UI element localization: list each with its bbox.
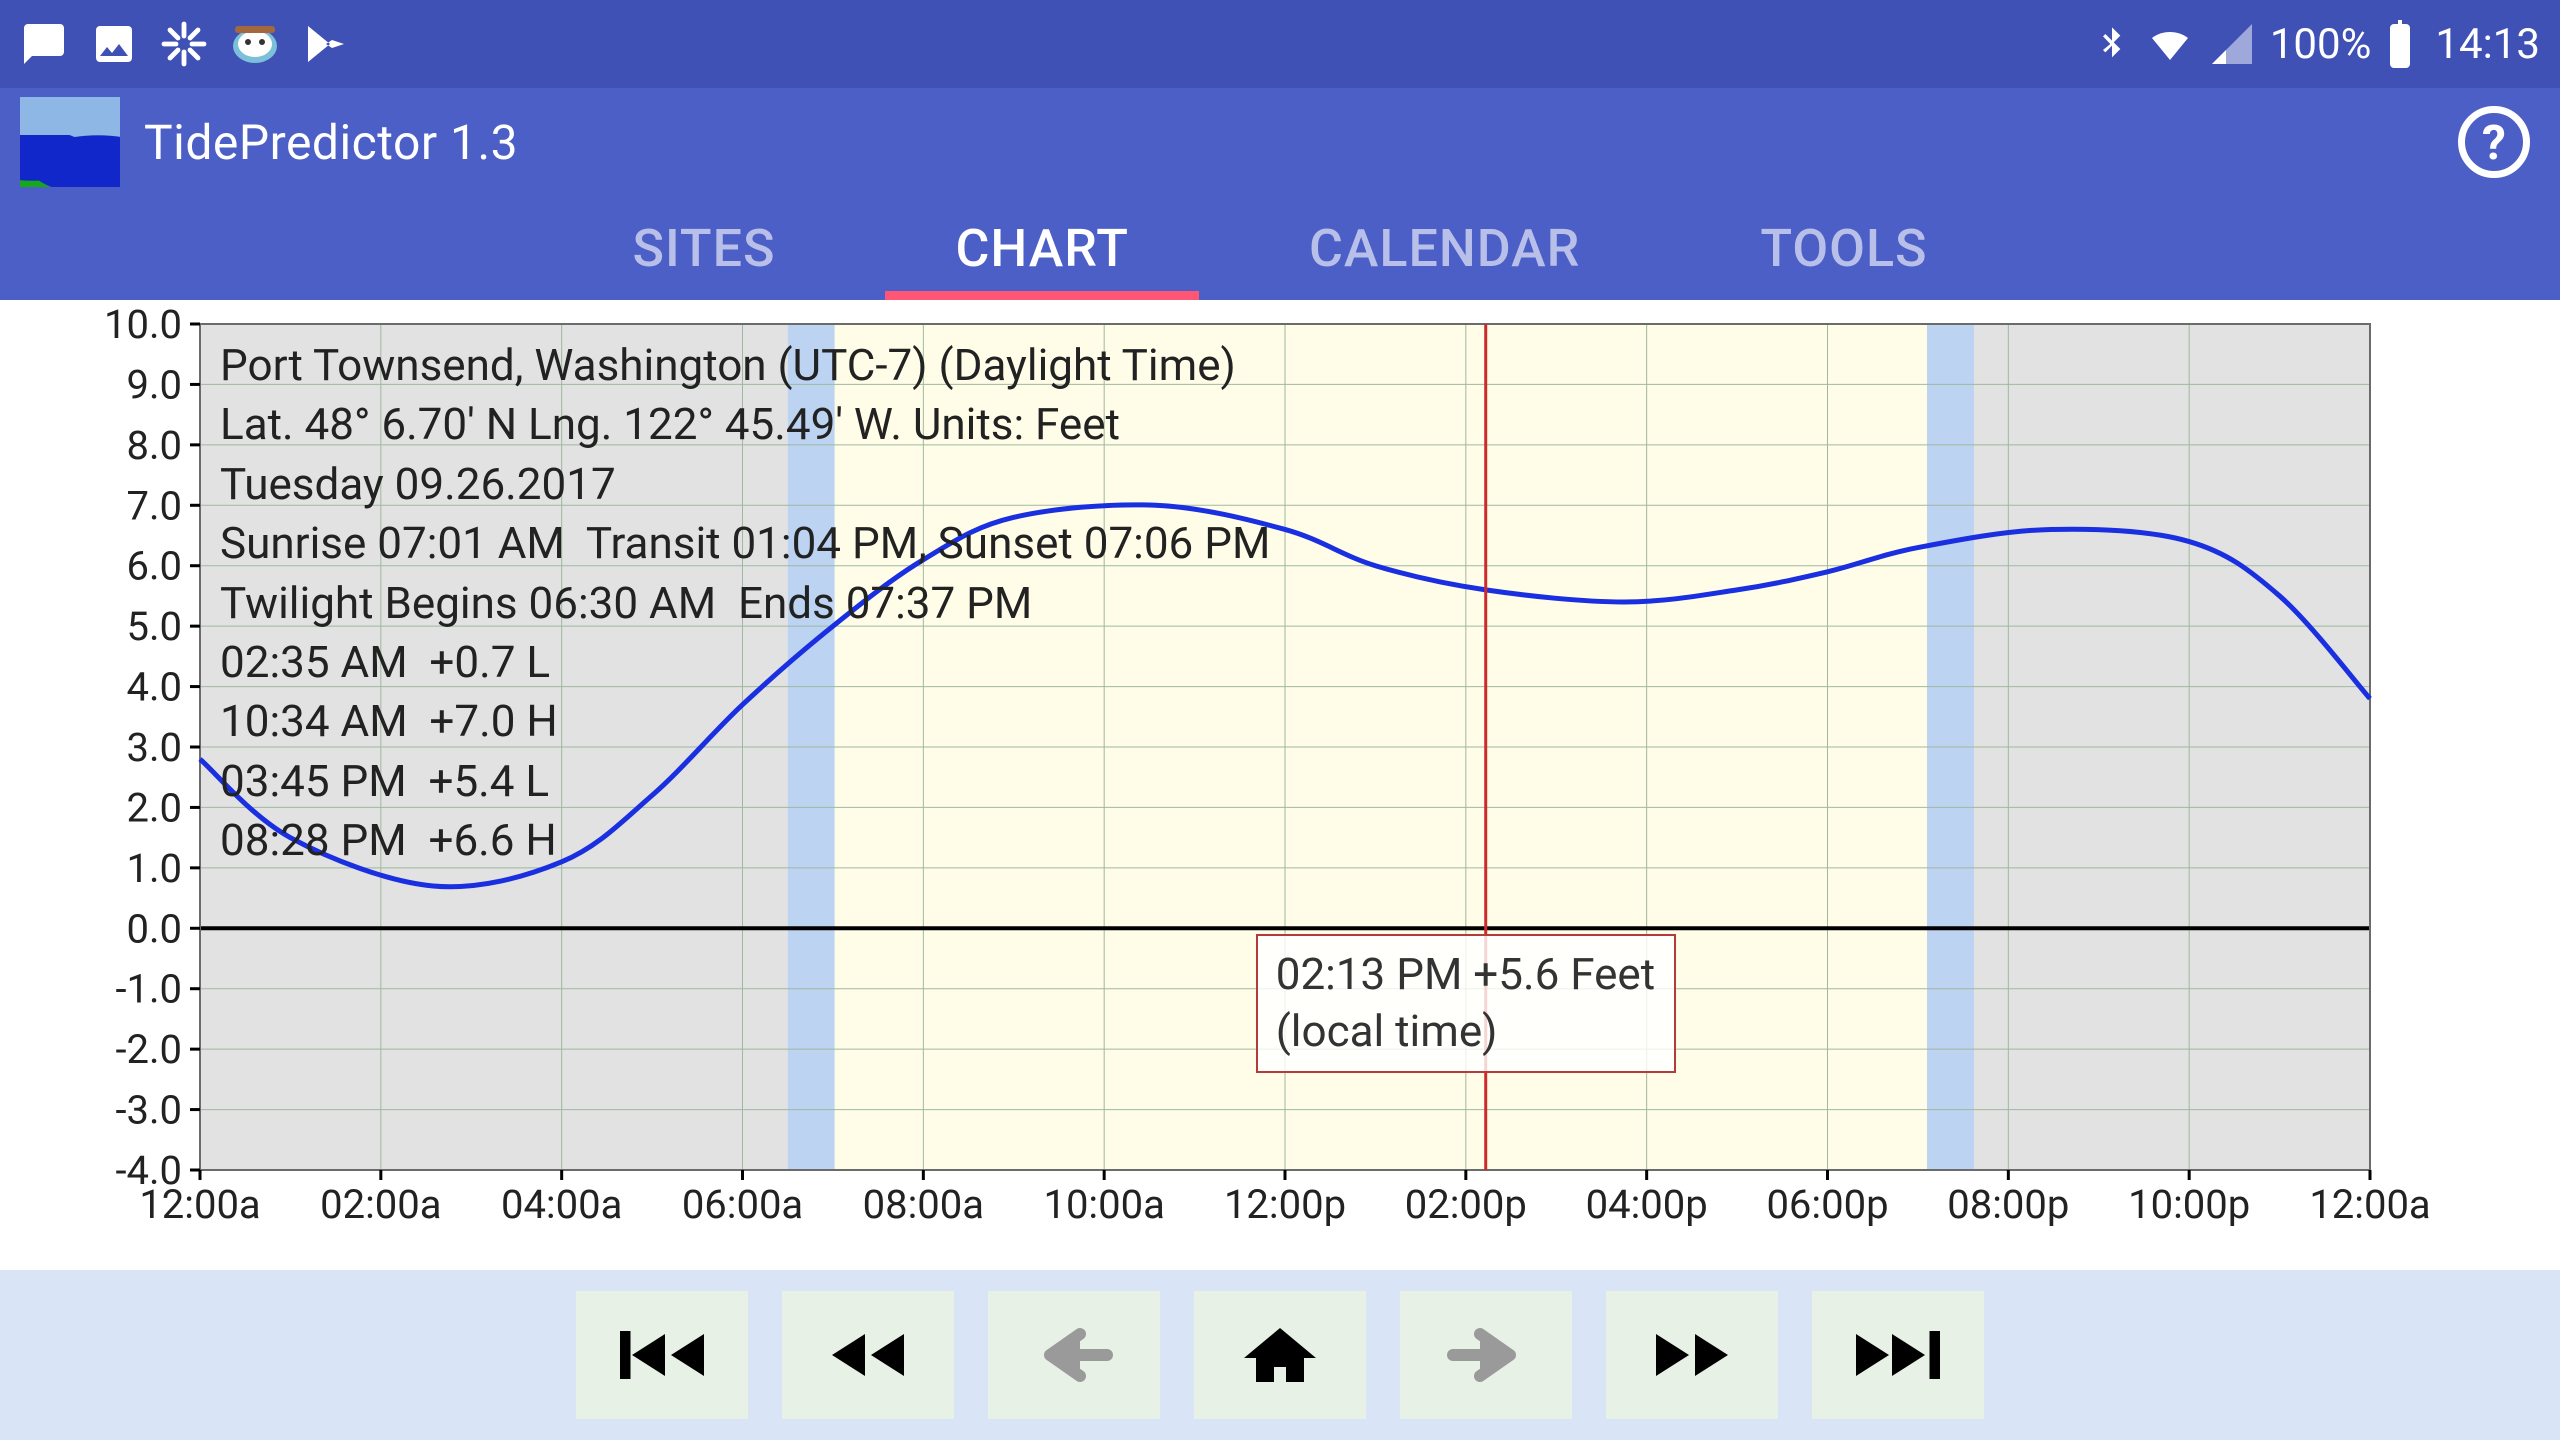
chart-info-overlay: Port Townsend, Washington (UTC-7) (Dayli… <box>220 336 1270 871</box>
tab-label: CALENDAR <box>1309 218 1580 279</box>
info-latlng: Lat. 48° 6.70' N Lng. 122° 45.49' W. Uni… <box>220 395 1270 454</box>
svg-text:02:00a: 02:00a <box>320 1181 441 1228</box>
svg-text:-2.0: -2.0 <box>115 1026 182 1073</box>
svg-text:9.0: 9.0 <box>126 361 182 408</box>
svg-text:6.0: 6.0 <box>126 543 182 590</box>
tab-calendar[interactable]: CALENDAR <box>1219 196 1670 300</box>
svg-text:0.0: 0.0 <box>126 905 182 952</box>
tab-bar: SITES CHART CALENDAR TOOLS <box>0 196 2560 300</box>
tab-label: TOOLS <box>1760 218 1927 279</box>
signal-icon <box>2208 20 2256 68</box>
nav-fast-forward-button[interactable] <box>1606 1291 1778 1419</box>
status-bar: 100% 14:13 <box>0 0 2560 88</box>
svg-text:10.0: 10.0 <box>104 301 182 348</box>
help-button[interactable]: ? <box>2458 106 2530 178</box>
cursor-readout-note: (local time) <box>1276 1003 1656 1060</box>
info-date: Tuesday 09.26.2017 <box>220 455 1270 514</box>
app-bar: TidePredictor 1.3 ? <box>0 88 2560 196</box>
nav-last-button[interactable] <box>1812 1291 1984 1419</box>
svg-text:12:00p: 12:00p <box>1224 1181 1346 1228</box>
image-notif-icon <box>90 20 138 68</box>
info-twilight: Twilight Begins 06:30 AM Ends 07:37 PM <box>220 574 1270 633</box>
svg-text:08:00a: 08:00a <box>863 1181 984 1228</box>
nav-rewind-button[interactable] <box>782 1291 954 1419</box>
svg-text:04:00a: 04:00a <box>501 1181 622 1228</box>
tide-event-1: 02:35 AM +0.7 L <box>220 633 1270 692</box>
svg-text:06:00p: 06:00p <box>1766 1181 1888 1228</box>
app-title: TidePredictor 1.3 <box>144 114 518 171</box>
tab-tools[interactable]: TOOLS <box>1670 196 2017 300</box>
nav-back-button[interactable] <box>988 1291 1160 1419</box>
svg-text:2.0: 2.0 <box>126 784 182 831</box>
tab-chart[interactable]: CHART <box>865 196 1218 300</box>
svg-text:04:00p: 04:00p <box>1586 1181 1708 1228</box>
svg-text:5.0: 5.0 <box>126 603 182 650</box>
info-sun: Sunrise 07:01 AM Transit 01:04 PM, Sunse… <box>220 514 1270 573</box>
svg-text:1.0: 1.0 <box>126 845 182 892</box>
play-store-icon <box>302 20 350 68</box>
nav-home-button[interactable] <box>1194 1291 1366 1419</box>
tide-chart[interactable]: -4.0-3.0-2.0-1.00.01.02.03.04.05.06.07.0… <box>0 300 2560 1270</box>
svg-text:8.0: 8.0 <box>126 422 182 469</box>
tab-sites[interactable]: SITES <box>542 196 865 300</box>
battery-percent: 100% <box>2270 20 2372 69</box>
chat-notif-icon <box>20 20 68 68</box>
wifi-icon <box>2146 20 2194 68</box>
svg-text:02:00p: 02:00p <box>1405 1181 1527 1228</box>
tide-event-2: 10:34 AM +7.0 H <box>220 692 1270 751</box>
svg-text:3.0: 3.0 <box>126 724 182 771</box>
tide-event-3: 03:45 PM +5.4 L <box>220 752 1270 811</box>
info-location: Port Townsend, Washington (UTC-7) (Dayli… <box>220 336 1270 395</box>
sparkle-notif-icon <box>160 20 208 68</box>
nav-first-button[interactable] <box>576 1291 748 1419</box>
tide-event-4: 08:28 PM +6.6 H <box>220 811 1270 870</box>
svg-text:4.0: 4.0 <box>126 664 182 711</box>
svg-text:12:00a: 12:00a <box>139 1181 260 1228</box>
cursor-readout-box: 02:13 PM +5.6 Feet (local time) <box>1256 934 1676 1072</box>
chart-nav-bar <box>0 1270 2560 1440</box>
svg-text:10:00p: 10:00p <box>2128 1181 2250 1228</box>
svg-text:06:00a: 06:00a <box>682 1181 803 1228</box>
tab-label: CHART <box>955 218 1128 279</box>
svg-text:-3.0: -3.0 <box>115 1087 182 1134</box>
svg-text:7.0: 7.0 <box>126 482 182 529</box>
app-logo-icon <box>20 97 120 187</box>
bluetooth-icon <box>2092 20 2132 68</box>
avatar-notif-icon <box>230 22 280 66</box>
cursor-readout-value: 02:13 PM +5.6 Feet <box>1276 946 1656 1003</box>
svg-text:-1.0: -1.0 <box>115 966 182 1013</box>
svg-text:10:00a: 10:00a <box>1043 1181 1164 1228</box>
status-clock: 14:13 <box>2435 20 2540 69</box>
svg-text:08:00p: 08:00p <box>1947 1181 2069 1228</box>
nav-forward-button[interactable] <box>1400 1291 1572 1419</box>
svg-text:12:00a: 12:00a <box>2309 1181 2430 1228</box>
battery-icon <box>2385 20 2415 68</box>
tab-label: SITES <box>632 218 775 279</box>
